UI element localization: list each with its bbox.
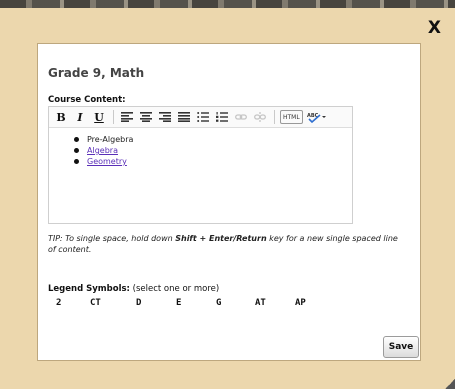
tip-prefix: TIP: To single space, hold down	[48, 234, 176, 243]
legend-symbol-2[interactable]: 2	[56, 298, 61, 308]
legend-symbol-ap[interactable]: AP	[295, 298, 306, 308]
content-list: Pre-Algebra Algebra Geometry	[74, 134, 352, 167]
legend-symbol-e[interactable]: E	[176, 298, 181, 308]
geometry-link[interactable]: Geometry	[87, 157, 127, 166]
bold-button[interactable]: B	[53, 109, 69, 125]
dialog: Grade 9, Math Course Content: B I U HTML…	[37, 43, 421, 361]
bullet-list-icon[interactable]	[195, 109, 211, 125]
legend-symbol-ct[interactable]: CT	[90, 298, 101, 308]
tip-keys: Shift + Enter/Return	[175, 234, 267, 243]
resize-handle[interactable]	[445, 379, 455, 389]
list-item-label: Pre-Algebra	[87, 135, 134, 144]
rich-text-editor[interactable]: B I U HTML ABC Pre-Algebra Algebra Geome…	[48, 106, 353, 224]
save-button[interactable]: Save	[383, 336, 419, 358]
algebra-link[interactable]: Algebra	[87, 146, 118, 155]
legend-symbol-d[interactable]: D	[136, 298, 141, 308]
legend-symbol-at[interactable]: AT	[255, 298, 266, 308]
close-button[interactable]: X	[428, 18, 441, 38]
toolbar-divider	[274, 110, 275, 124]
editor-toolbar: B I U HTML ABC	[49, 107, 352, 128]
course-content-label: Course Content:	[48, 95, 126, 105]
align-right-icon[interactable]	[157, 109, 173, 125]
tip-text: TIP: To single space, hold down Shift + …	[48, 233, 398, 255]
justify-icon[interactable]	[176, 109, 192, 125]
link-icon[interactable]	[233, 109, 249, 125]
list-item: Algebra	[74, 145, 352, 156]
list-item: Geometry	[74, 156, 352, 167]
html-source-button[interactable]: HTML	[280, 110, 303, 124]
legend-symbol-g[interactable]: G	[216, 298, 221, 308]
background-strip	[0, 0, 455, 8]
page-title: Grade 9, Math	[48, 66, 145, 80]
editor-content[interactable]: Pre-Algebra Algebra Geometry	[49, 128, 352, 167]
legend-title: Legend Symbols: (select one or more)	[48, 284, 219, 294]
numbered-list-icon[interactable]	[214, 109, 230, 125]
toolbar-divider	[113, 110, 114, 124]
italic-button[interactable]: I	[72, 109, 88, 125]
align-center-icon[interactable]	[138, 109, 154, 125]
legend-symbols: 2 CT D E G AT AP	[48, 298, 348, 312]
list-item: Pre-Algebra	[74, 134, 352, 145]
legend-hint: (select one or more)	[129, 284, 220, 294]
spellcheck-icon[interactable]: ABC	[307, 109, 327, 125]
underline-button[interactable]: U	[91, 109, 107, 125]
unlink-icon[interactable]	[252, 109, 268, 125]
legend-label: Legend Symbols:	[48, 284, 130, 294]
align-left-icon[interactable]	[119, 109, 135, 125]
